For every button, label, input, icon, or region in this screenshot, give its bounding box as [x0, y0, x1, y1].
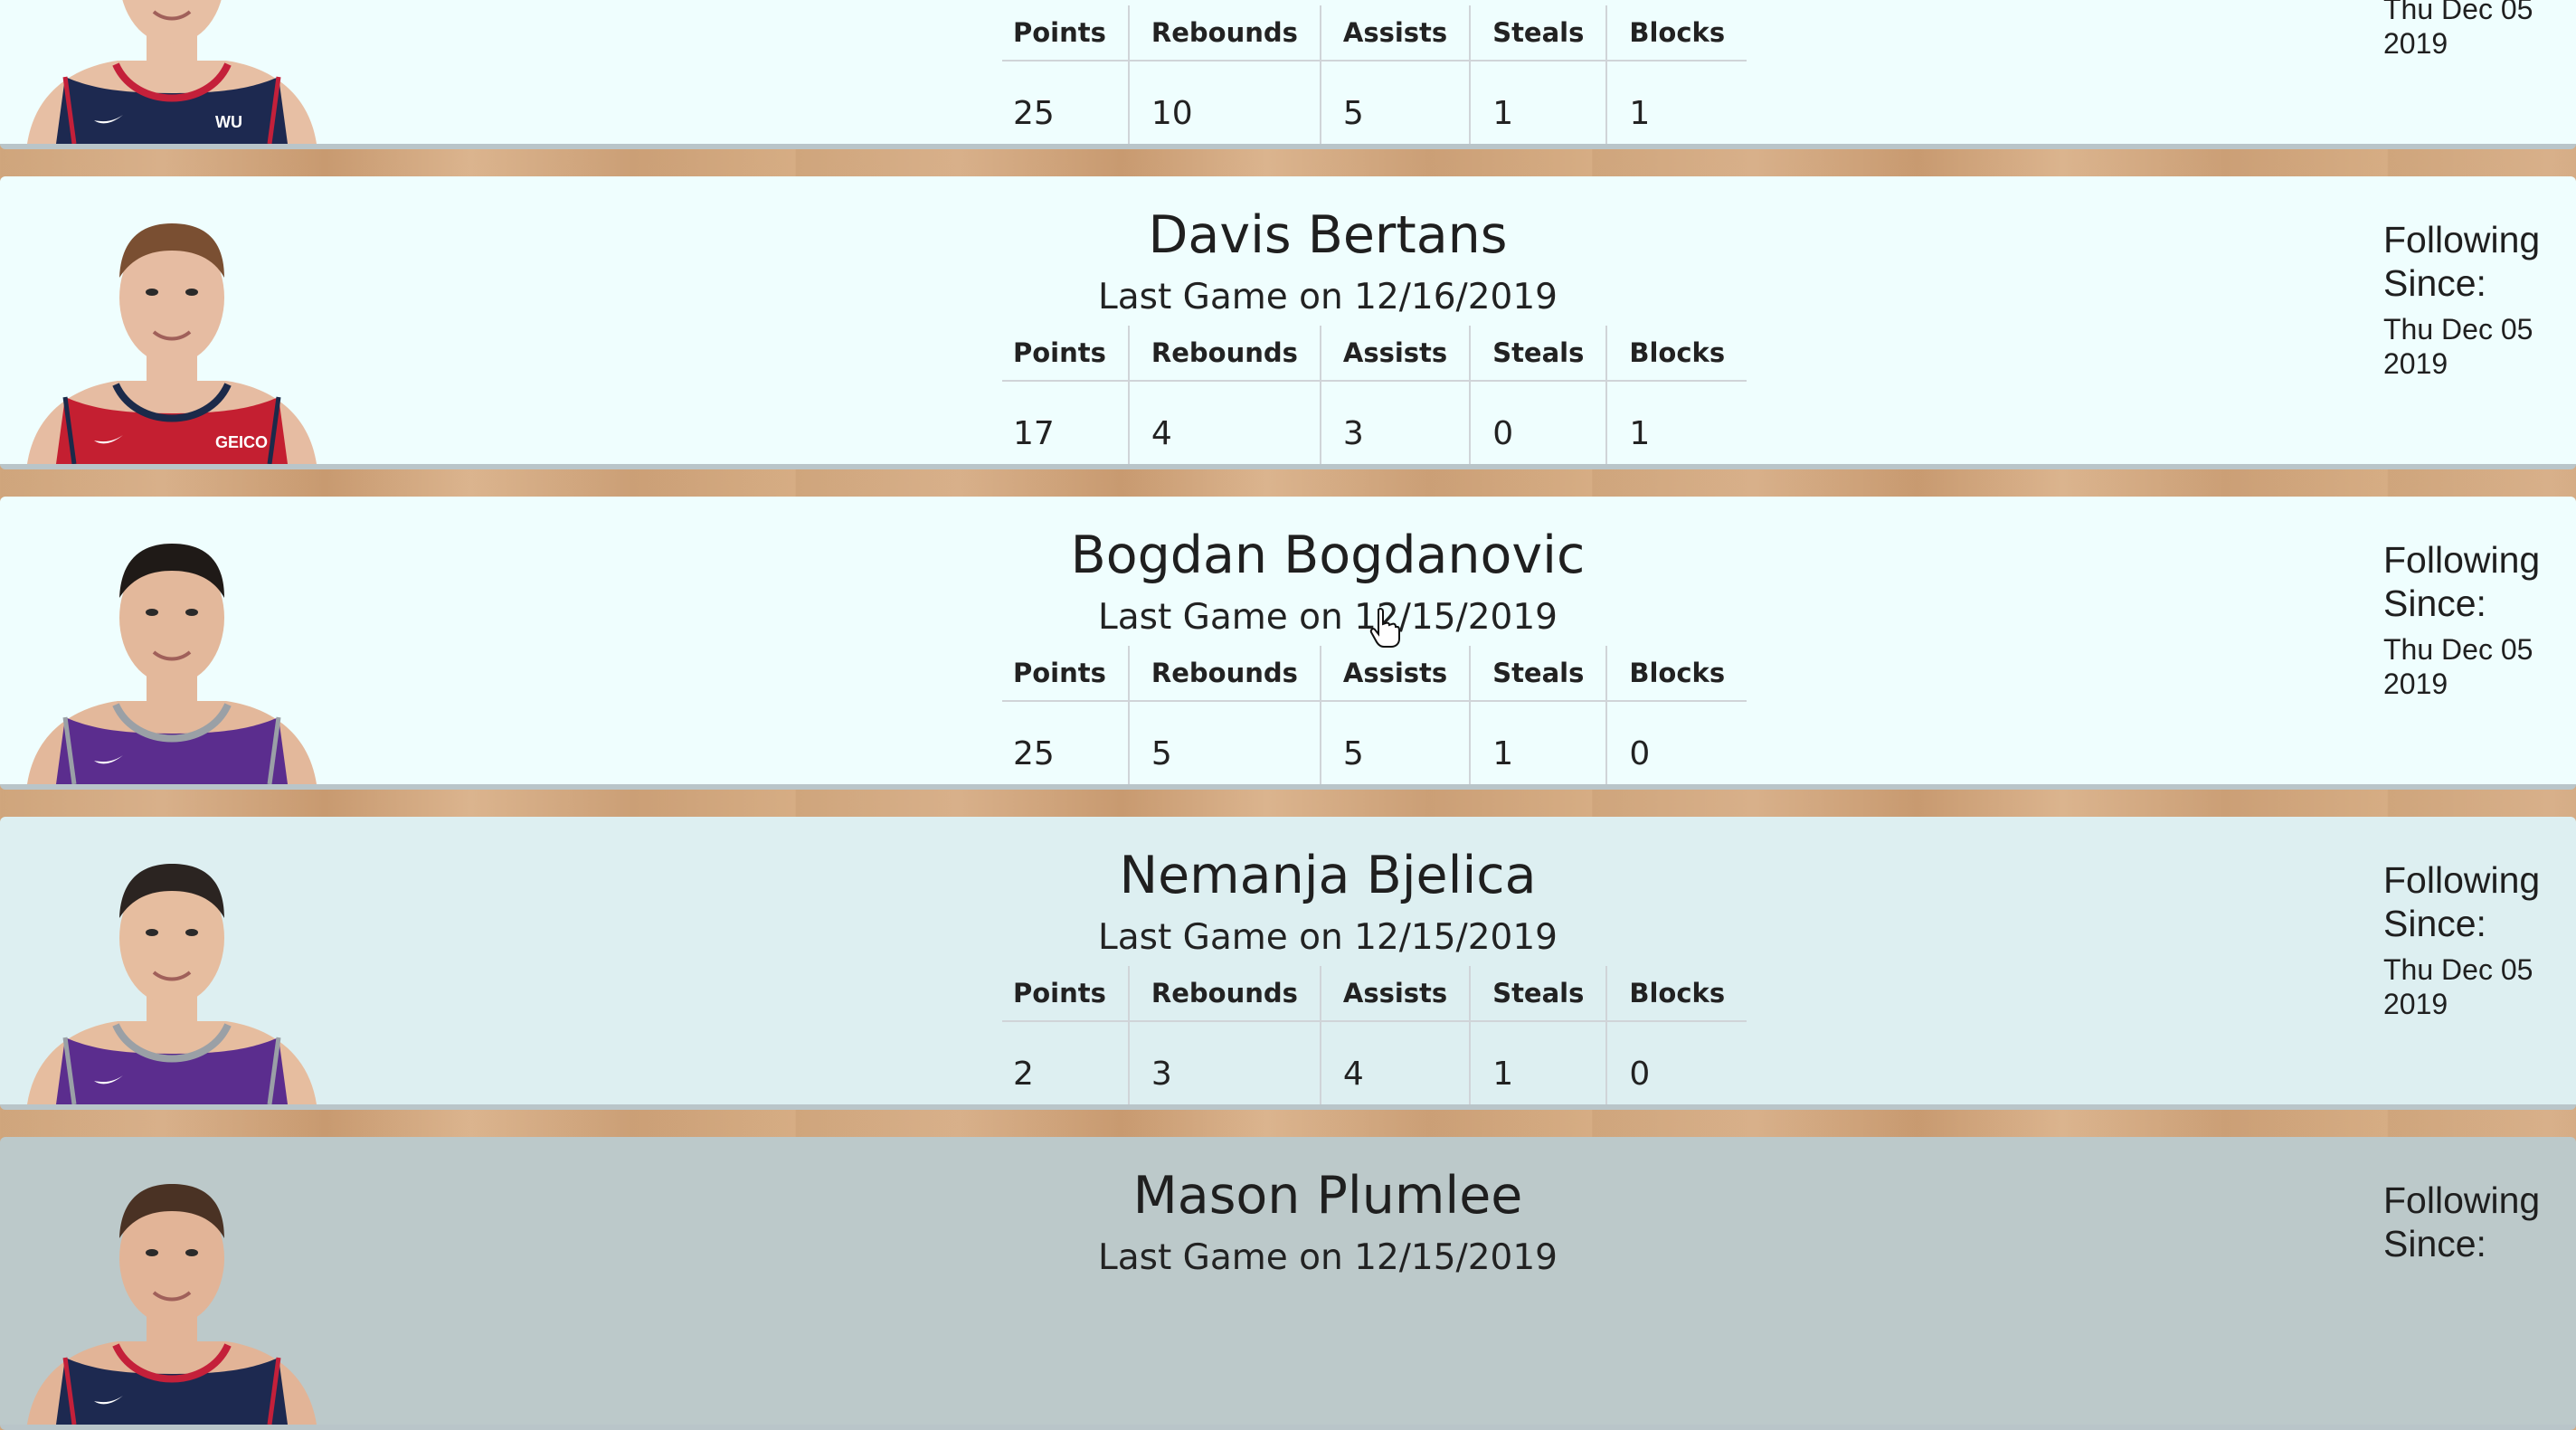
- stats-header-blocks: Blocks: [1605, 966, 1747, 1022]
- stats-header-blocks: Blocks: [1605, 646, 1747, 702]
- stats-header-assists: Assists: [1319, 5, 1471, 62]
- stat-value-steals: 1: [1469, 61, 1607, 144]
- stat-value-steals: 0: [1469, 381, 1607, 464]
- stat-value-points: 2: [1013, 1055, 1034, 1093]
- stat-value-blocks: 0: [1605, 1021, 1747, 1104]
- stat-value-steals: 1: [1469, 1021, 1607, 1104]
- last-game-date: Last Game on 12/15/2019: [1098, 1237, 1558, 1278]
- stats-value-row: 17 4 3 0 1: [1002, 381, 1747, 464]
- stats-header-blocks: Blocks: [1605, 5, 1747, 62]
- player-name: Davis Bertans: [1148, 205, 1508, 265]
- stats-header-points: Points: [1002, 966, 1129, 1022]
- stat-value-rebounds: 10: [1127, 61, 1321, 144]
- stat-value-rebounds: 3: [1127, 1021, 1321, 1104]
- player-name: Mason Plumlee: [1132, 1166, 1523, 1226]
- stats-header-row: Points Rebounds Assists Steals Blocks: [1002, 646, 1747, 702]
- following-since-date: Thu Dec 05 2019: [2383, 0, 2533, 60]
- stat-value-blocks: 1: [1605, 381, 1747, 464]
- stats-header-rebounds: Rebounds: [1127, 966, 1321, 1022]
- svg-text:GEICO: GEICO: [215, 433, 268, 451]
- stats-header-assists: Assists: [1319, 646, 1471, 702]
- stats-table: Points Rebounds Assists Steals Blocks 2 3 4 1 0: [1002, 966, 1747, 1104]
- hand-cursor-icon: [1369, 607, 1400, 651]
- stat-value-rebounds: 4: [1127, 381, 1321, 464]
- following-since-date: Thu Dec 05 2019: [2383, 313, 2533, 380]
- following-since-date: Thu Dec 05 2019: [2383, 633, 2533, 700]
- player-name: Bogdan Bogdanovic: [1070, 526, 1586, 585]
- last-game-date: Last Game on 12/16/2019: [1098, 277, 1558, 317]
- stat-value-assists: 5: [1319, 61, 1471, 144]
- following-since-label: Following Since:: [2383, 539, 2541, 624]
- stats-header-points: Points: [1002, 326, 1129, 382]
- stats-header-assists: Assists: [1319, 966, 1471, 1022]
- stats-value-row: 25 5 5 1 0: [1002, 701, 1747, 784]
- stats-header-steals: Steals: [1469, 966, 1607, 1022]
- stats-header-steals: Steals: [1469, 646, 1607, 702]
- stats-header-blocks: Blocks: [1605, 326, 1747, 382]
- stats-table: Points Rebounds Assists Steals Blocks 25 10 5 1 1: [1002, 5, 1747, 144]
- stat-value-blocks: 1: [1605, 61, 1747, 144]
- stats-table: Points Rebounds Assists Steals Blocks 17 4 3 0 1: [1002, 326, 1747, 464]
- stat-value-points: 17: [1013, 414, 1055, 452]
- stats-header-row: Points Rebounds Assists Steals Blocks: [1002, 326, 1747, 382]
- stats-value-row: 25 10 5 1 1: [1002, 61, 1747, 144]
- stats-header-row: Points Rebounds Assists Steals Blocks: [1002, 966, 1747, 1022]
- player-card[interactable]: GEICO Davis Bertans Last Game on 12/16/20…: [0, 176, 2576, 469]
- player-card[interactable]: WU Last Game on 12/15/2019PointsRebounds…: [0, 0, 2576, 149]
- stats-header-rebounds: Rebounds: [1127, 646, 1321, 702]
- stat-value-assists: 3: [1319, 381, 1471, 464]
- following-since-label: Following Since:: [2383, 219, 2541, 304]
- following-since-date: Thu Dec 05 2019: [2383, 953, 2533, 1020]
- stat-value-points: 25: [1013, 94, 1055, 132]
- stats-header-steals: Steals: [1469, 326, 1607, 382]
- svg-text:WU: WU: [215, 113, 242, 131]
- last-game-date: Last Game on 12/15/2019: [1098, 597, 1558, 638]
- stats-header-row: Points Rebounds Assists Steals Blocks: [1002, 5, 1747, 62]
- player-headshot: WU: [0, 0, 344, 144]
- following-since-label: Following Since:: [2383, 1179, 2541, 1264]
- stat-value-rebounds: 5: [1127, 701, 1321, 784]
- stats-header-rebounds: Rebounds: [1127, 5, 1321, 62]
- stats-header-steals: Steals: [1469, 5, 1607, 62]
- player-photo: WU: [27, 0, 317, 144]
- player-card[interactable]: Nemanja Bjelica Last Game on 12/15/2019 Po…: [0, 817, 2576, 1110]
- stat-value-blocks: 0: [1605, 701, 1747, 784]
- following-since-label: Following Since:: [2383, 859, 2541, 944]
- player-card[interactable]: Bogdan Bogdanovic Last Game on 12/15/2019…: [0, 497, 2576, 790]
- stat-value-assists: 5: [1319, 701, 1471, 784]
- stats-header-assists: Assists: [1319, 326, 1471, 382]
- stats-value-row: 2 3410: [1002, 1021, 1747, 1104]
- stats-header-points: Points: [1002, 5, 1129, 62]
- player-name: Nemanja Bjelica: [1119, 846, 1537, 905]
- stats-table: Points Rebounds Assists Steals Blocks 25 5 5 1 0: [1002, 646, 1747, 784]
- stats-header-points: Points: [1002, 646, 1129, 702]
- stat-value-points: 25: [1013, 734, 1055, 772]
- last-game-date: Last Game on 12/15/2019: [1098, 917, 1558, 958]
- player-card[interactable]: Mason Plumlee Last Game on 12/15/2019 Foll…: [0, 1137, 2576, 1430]
- stat-value-steals: 1: [1469, 701, 1607, 784]
- stats-header-rebounds: Rebounds: [1127, 326, 1321, 382]
- stat-value-assists: 4: [1319, 1021, 1471, 1104]
